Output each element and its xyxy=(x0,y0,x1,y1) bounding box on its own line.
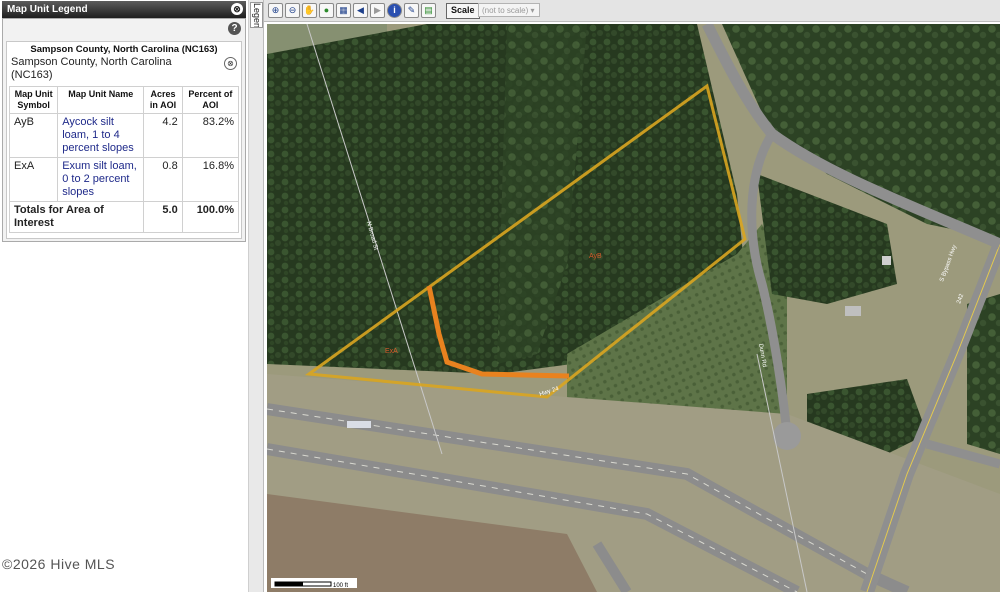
zoom-in-icon[interactable]: ⊕ xyxy=(268,3,283,18)
totals-row: Totals for Area of Interest 5.0 100.0% xyxy=(8,201,240,233)
collapse-icon[interactable]: ⊗ xyxy=(231,3,243,15)
watermark: ©2026 Hive MLS xyxy=(2,556,116,572)
print-icon[interactable]: ▤ xyxy=(421,3,436,18)
cell-symbol: AyB xyxy=(8,113,59,158)
cell-acres: 4.2 xyxy=(143,113,183,158)
county-title: Sampson County, North Carolina (NC163) xyxy=(30,44,218,55)
building xyxy=(882,256,891,265)
forward-arrow-icon[interactable]: ▶ xyxy=(370,3,385,18)
legend-tab[interactable]: Legend xyxy=(250,2,263,28)
column-header-name: Map Unit Name xyxy=(57,86,145,114)
roundabout xyxy=(773,422,801,450)
column-header-percent: Percent of AOI xyxy=(181,86,240,114)
table-header-row: Map Unit Symbol Map Unit Name Acres in A… xyxy=(8,86,240,114)
totals-percent: 100.0% xyxy=(181,201,240,233)
map-canvas[interactable]: AyB ExA N Broad St Hwy 24 Dunn Rd S Bypa… xyxy=(267,24,1000,592)
cell-symbol: ExA xyxy=(8,157,59,202)
scale-bar-segment xyxy=(275,582,303,586)
legend-content-box: Sampson County, North Carolina (NC163) S… xyxy=(6,41,242,239)
map-unit-label-exa: ExA xyxy=(385,348,398,355)
pan-hand-icon[interactable]: ✋ xyxy=(302,3,317,18)
help-icon[interactable]: ? xyxy=(228,22,241,35)
county-subtitle: Sampson County, North Carolina (NC163) xyxy=(11,56,172,81)
column-header-symbol: Map Unit Symbol xyxy=(8,86,59,114)
aerial-map[interactable]: AyB ExA N Broad St Hwy 24 Dunn Rd S Bypa… xyxy=(267,24,1000,592)
map-toolbar: ⊕ ⊖ ✋ ● ▦ ◀ ▶ i ✎ ▤ Scale (not to scale)… xyxy=(264,0,1000,22)
cell-percent: 16.8% xyxy=(181,157,240,202)
totals-label: Totals for Area of Interest xyxy=(8,201,145,233)
truck xyxy=(347,421,371,428)
totals-acres: 5.0 xyxy=(143,201,183,233)
cell-percent: 83.2% xyxy=(181,113,240,158)
legend-title: Map Unit Legend xyxy=(7,4,88,15)
scale-button[interactable]: Scale xyxy=(446,3,480,19)
cell-map-unit-name-link[interactable]: Exum silt loam, 0 to 2 percent slopes xyxy=(57,157,145,202)
legend-header: Map Unit Legend ⊗ xyxy=(2,1,246,18)
aoi-icon[interactable]: ▦ xyxy=(336,3,351,18)
side-tab-strip: Legend xyxy=(248,0,264,592)
table-row: AyB Aycock silt loam, 1 to 4 percent slo… xyxy=(8,113,240,158)
scale-select[interactable]: (not to scale) ▾ xyxy=(478,3,540,17)
back-arrow-icon[interactable]: ◀ xyxy=(353,3,368,18)
county-collapse-icon[interactable]: ⊗ xyxy=(224,57,237,70)
cell-acres: 0.8 xyxy=(143,157,183,202)
scale-bar-label: 100 ft xyxy=(333,583,348,589)
map-unit-legend-panel: Map Unit Legend ⊗ ? Sampson County, Nort… xyxy=(0,0,248,592)
globe-icon[interactable]: ● xyxy=(319,3,334,18)
scale-select-value: (not to scale) xyxy=(482,6,529,15)
table-row: ExA Exum silt loam, 0 to 2 percent slope… xyxy=(8,157,240,202)
column-header-acres: Acres in AOI xyxy=(143,86,183,114)
map-unit-label-ayb: AyB xyxy=(589,253,602,260)
pencil-icon[interactable]: ✎ xyxy=(404,3,419,18)
cell-map-unit-name-link[interactable]: Aycock silt loam, 1 to 4 percent slopes xyxy=(57,113,145,158)
legend-body: ? Sampson County, North Carolina (NC163)… xyxy=(2,18,246,242)
info-icon[interactable]: i xyxy=(387,3,402,18)
soil-map-unit-table: Map Unit Symbol Map Unit Name Acres in A… xyxy=(8,86,240,233)
zoom-out-icon[interactable]: ⊖ xyxy=(285,3,300,18)
building xyxy=(845,306,861,316)
